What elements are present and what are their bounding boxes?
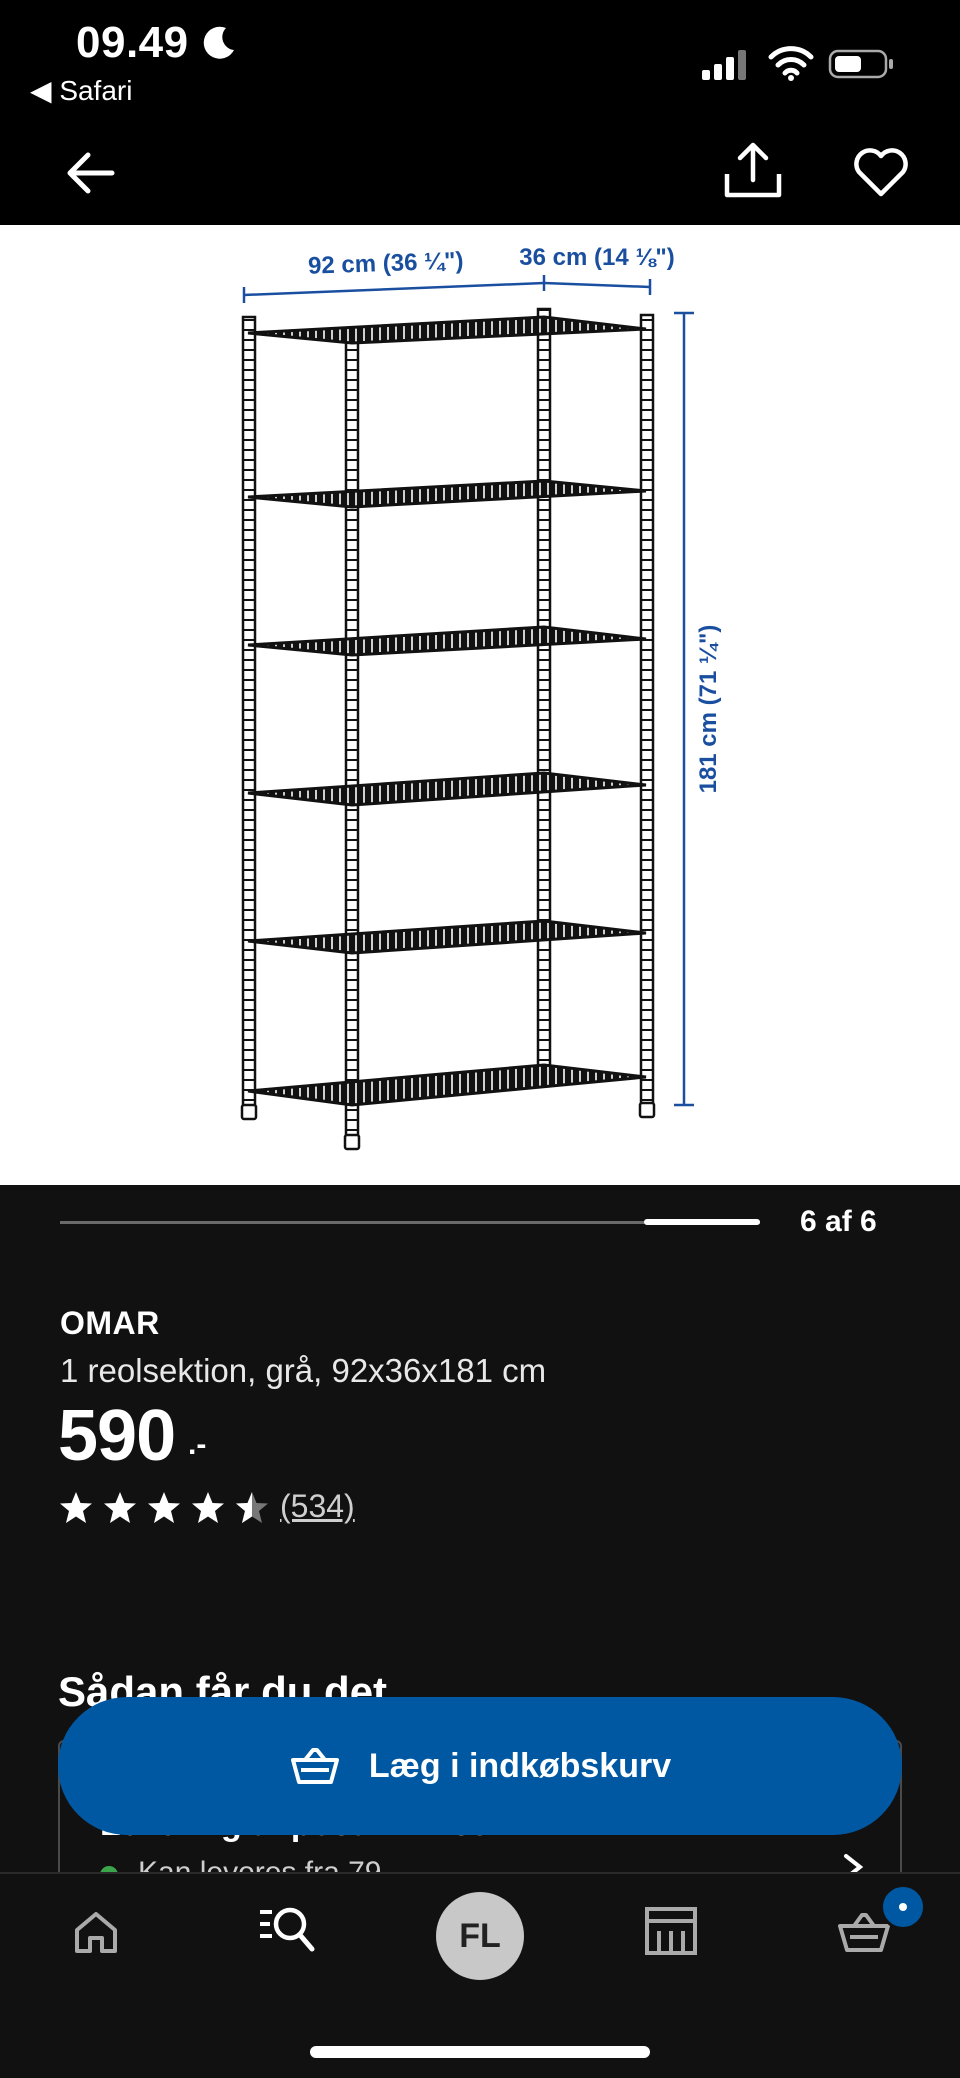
review-count-link[interactable]: (534) (280, 1488, 355, 1525)
wifi-icon (768, 46, 814, 81)
product-name: OMAR (60, 1305, 160, 1341)
add-to-cart-button[interactable]: Læg i indkøbskurv (58, 1697, 902, 1835)
share-icon[interactable] (722, 140, 784, 200)
moon-icon (203, 26, 234, 59)
search-icon[interactable] (258, 1904, 316, 1954)
product-image[interactable]: 92 cm (36 ¼") 36 cm (14 ⅛") 181 cm (71 ¼… (0, 225, 960, 1185)
cellular-signal-icon (702, 50, 746, 80)
star-icon (104, 1492, 136, 1523)
home-icon[interactable] (72, 1908, 120, 1956)
arrow-left-icon[interactable] (62, 145, 118, 201)
star-icon (192, 1492, 224, 1523)
heart-icon[interactable] (852, 144, 910, 198)
home-indicator[interactable] (310, 2046, 650, 2058)
star-icon (148, 1492, 180, 1523)
cart-badge-dot (899, 1903, 907, 1911)
shelf-illustration: 92 cm (36 ¼") 36 cm (14 ⅛") 181 cm (71 ¼… (240, 244, 722, 1151)
dimension-height-label: 181 cm (71 ¼") (695, 625, 722, 794)
rating-stars[interactable] (58, 1490, 270, 1526)
half-star-icon (236, 1492, 268, 1523)
shopping-basket-icon (290, 1748, 339, 1784)
gallery-page-counter: 6 af 6 (800, 1205, 877, 1238)
status-time: 09.49 (76, 18, 189, 67)
battery-icon (828, 49, 893, 79)
store-icon[interactable] (644, 1906, 698, 1956)
dimension-depth-label: 36 cm (14 ⅛") (519, 244, 674, 271)
product-description: 1 reolsektion, grå, 92x36x181 cm (60, 1352, 547, 1389)
avatar[interactable]: FL (436, 1892, 524, 1980)
gallery-progress-indicator (644, 1219, 760, 1225)
shelves (247, 315, 647, 1107)
star-icon (60, 1492, 92, 1523)
product-price-suffix: .- (188, 1428, 207, 1461)
back-to-safari-link[interactable]: ◀ Safari (30, 74, 132, 107)
top-navigation-bar (0, 120, 960, 225)
dimension-width-label: 92 cm (36 ¼") (308, 247, 464, 279)
product-price: 590 (58, 1396, 176, 1476)
add-to-cart-label: Læg i indkøbskurv (368, 1746, 672, 1785)
